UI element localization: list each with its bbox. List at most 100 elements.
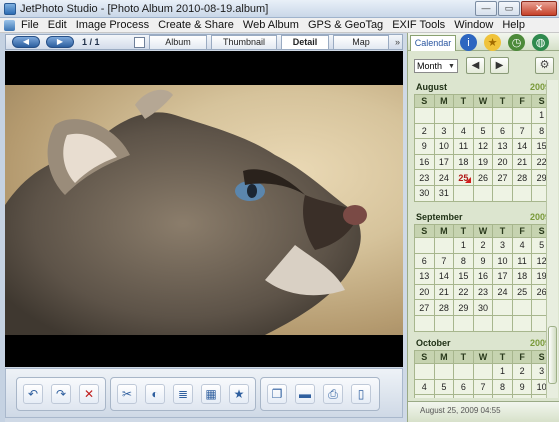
calendar-day[interactable]: 16 (511, 394, 533, 398)
calendar-day[interactable]: 11 (511, 252, 533, 270)
rotate-left-button[interactable]: ↶ (23, 384, 43, 404)
minimize-button[interactable]: — (475, 1, 497, 16)
cat-photo[interactable] (5, 85, 403, 335)
menu-create-share[interactable]: Create & Share (158, 19, 234, 31)
calendar-day[interactable]: 31 (433, 184, 455, 202)
calendar-day[interactable]: 23 (472, 283, 494, 301)
globe-icon[interactable]: ◍ (532, 34, 549, 51)
calendar-day[interactable]: 7 (511, 122, 533, 140)
calendar-day[interactable]: 24 (492, 283, 513, 301)
calendar-day[interactable]: 4 (511, 237, 533, 254)
calendar-day[interactable]: 30 (414, 184, 435, 202)
calendar-day[interactable]: 14 (472, 394, 494, 398)
crop-button[interactable]: ✂ (117, 384, 137, 404)
calendar-day[interactable]: 2 (414, 122, 435, 140)
menu-image-process[interactable]: Image Process (76, 19, 149, 31)
calendar-day[interactable]: 12 (433, 394, 455, 398)
calendar-day[interactable]: 18 (453, 153, 474, 171)
calendar-day[interactable]: 23 (414, 169, 435, 186)
delete-photo-button[interactable]: ✕ (79, 384, 99, 404)
calendar-day[interactable]: 9 (472, 252, 494, 270)
calendar-day[interactable]: 6 (453, 378, 474, 396)
calendar-day[interactable]: 10 (433, 138, 455, 155)
calendar-day[interactable]: 28 (433, 299, 455, 316)
scrollbar-thumb[interactable] (548, 326, 557, 384)
tab-map[interactable]: Map (333, 35, 389, 49)
calendar-day[interactable]: 20 (492, 153, 513, 171)
calendar-day[interactable]: 7 (472, 378, 494, 396)
calendar-day[interactable]: 6 (414, 252, 435, 270)
calendar-day[interactable]: 2 (472, 237, 494, 254)
calendar-day[interactable]: 27 (414, 299, 435, 316)
properties-button[interactable]: ≣ (173, 384, 193, 404)
menu-web-album[interactable]: Web Album (243, 19, 299, 31)
tab-thumbnail[interactable]: Thumbnail (211, 35, 277, 49)
calendar-day[interactable]: 21 (511, 153, 533, 171)
calendar-day[interactable]: 10 (492, 252, 513, 270)
more-tabs-icon[interactable]: » (395, 37, 400, 47)
previous-month-button[interactable]: ◀ (466, 57, 485, 74)
tab-detail[interactable]: Detail (281, 35, 329, 49)
close-button[interactable]: ✕ (521, 1, 557, 16)
calendar-day[interactable]: 13 (453, 394, 474, 398)
calendar-day[interactable]: 6 (492, 122, 513, 140)
calendar-day[interactable]: 17 (492, 268, 513, 285)
calendar-day[interactable]: 25 (453, 169, 474, 186)
calendar-day[interactable]: 11 (453, 138, 474, 155)
slideshow-button[interactable]: ❐ (267, 384, 287, 404)
calendar-day[interactable]: 8 (492, 378, 513, 396)
calendar-day[interactable]: 19 (472, 153, 494, 171)
calendar-day[interactable]: 29 (453, 299, 474, 316)
calendar-day[interactable]: 25 (511, 283, 533, 301)
calendar-day[interactable]: 16 (472, 268, 494, 285)
view-select[interactable]: Month ▼ (414, 59, 458, 73)
settings-gear-icon[interactable]: ⚙ (535, 57, 554, 74)
app-menu-icon[interactable] (4, 19, 15, 31)
calendar-day[interactable]: 13 (414, 268, 435, 285)
calendar-day[interactable]: 5 (433, 378, 455, 396)
calendar-day[interactable]: 30 (472, 299, 494, 316)
mobile-button[interactable]: ▯ (351, 384, 371, 404)
calendar-day[interactable]: 7 (433, 252, 455, 270)
previous-photo-button[interactable]: ◀ (12, 36, 40, 48)
menu-help[interactable]: Help (502, 19, 525, 31)
tab-album[interactable]: Album (149, 35, 207, 49)
calendar-day[interactable]: 14 (433, 268, 455, 285)
calendar-day[interactable]: 4 (414, 378, 435, 396)
calendar-day[interactable]: 4 (453, 122, 474, 140)
calendar-day[interactable]: 1 (453, 237, 474, 254)
calendar-day[interactable]: 27 (492, 169, 513, 186)
calendar-day[interactable]: 26 (472, 169, 494, 186)
calendar-day[interactable]: 18 (511, 268, 533, 285)
menu-exif-tools[interactable]: EXIF Tools (392, 19, 445, 31)
calendar-day[interactable]: 11 (414, 394, 435, 398)
calendar-day[interactable]: 16 (414, 153, 435, 171)
calendar-day[interactable]: 3 (492, 237, 513, 254)
info-icon[interactable]: i (460, 34, 477, 51)
calendar-day[interactable]: 13 (492, 138, 513, 155)
calendar-day[interactable]: 9 (511, 378, 533, 396)
photo-viewer[interactable] (5, 51, 403, 367)
calendar-day[interactable]: 20 (414, 283, 435, 301)
tab-calendar[interactable]: Calendar (410, 35, 456, 51)
calendar-day[interactable]: 17 (433, 153, 455, 171)
next-month-button[interactable]: ▶ (490, 57, 509, 74)
calendar-day[interactable]: 15 (453, 268, 474, 285)
calendar-day[interactable]: 8 (453, 252, 474, 270)
calendar-day[interactable]: 1 (492, 363, 513, 380)
landscape-button[interactable]: ▬ (295, 384, 315, 404)
filter-button[interactable]: ▦ (201, 384, 221, 404)
calendar-day[interactable]: 9 (414, 138, 435, 155)
calendar-day[interactable]: 21 (433, 283, 455, 301)
maximize-button[interactable]: ▭ (498, 1, 520, 16)
calendar-day[interactable]: 14 (511, 138, 533, 155)
menu-file[interactable]: File (21, 19, 39, 31)
star-icon[interactable]: ★ (484, 34, 501, 51)
calendar-day[interactable]: 28 (511, 169, 533, 186)
calendar-day[interactable]: 5 (472, 122, 494, 140)
calendar-day[interactable]: 15 (492, 394, 513, 398)
menu-edit[interactable]: Edit (48, 19, 67, 31)
clock-icon[interactable]: ◷ (508, 34, 525, 51)
calendar-day[interactable]: 3 (433, 122, 455, 140)
menu-window[interactable]: Window (454, 19, 493, 31)
